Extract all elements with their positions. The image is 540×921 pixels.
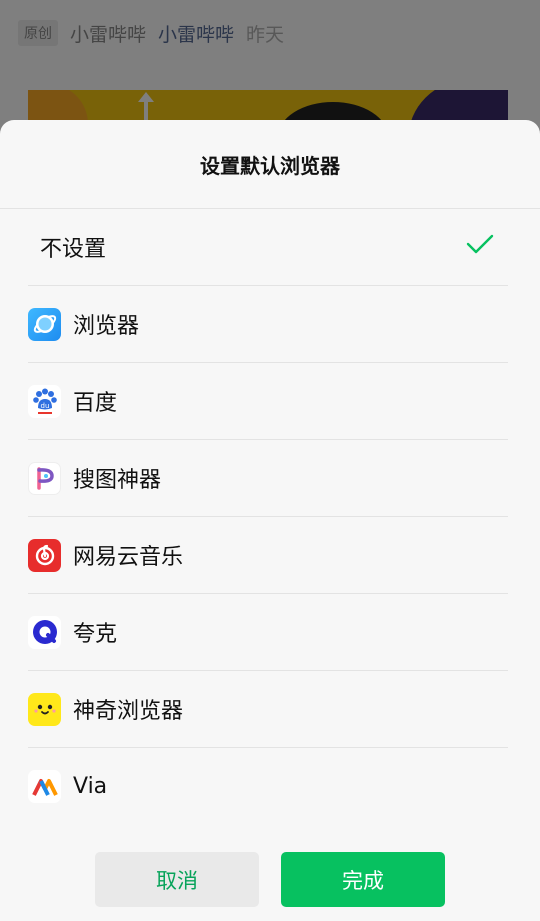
option-label: 网易云音乐 xyxy=(73,545,184,570)
option-quark[interactable]: 夸克 xyxy=(28,594,508,671)
option-soutu[interactable]: 搜图神器 xyxy=(28,440,508,517)
magic-browser-icon xyxy=(28,692,61,726)
default-browser-sheet: 设置默认浏览器 不设置 浏览器 du 百度 搜图神器 网易云音乐 夸克 神奇浏览… xyxy=(0,120,540,921)
option-label: 夸克 xyxy=(73,622,118,647)
browser-icon xyxy=(28,307,61,341)
option-label: 百度 xyxy=(73,391,118,416)
baidu-icon: du xyxy=(28,384,61,418)
browser-option-list: 不设置 浏览器 du 百度 搜图神器 网易云音乐 夸克 神奇浏览器 Via xyxy=(0,209,540,825)
option-label: 不设置 xyxy=(40,237,107,262)
option-via[interactable]: Via xyxy=(28,748,508,825)
option-label: Via xyxy=(73,774,108,799)
baidu-glyph: du xyxy=(40,402,49,410)
option-baidu[interactable]: du 百度 xyxy=(28,363,508,440)
quark-icon xyxy=(28,615,61,649)
sheet-footer: 取消 完成 xyxy=(0,852,540,907)
done-button[interactable]: 完成 xyxy=(281,852,445,907)
option-label: 搜图神器 xyxy=(73,468,162,493)
via-icon xyxy=(28,770,61,803)
soutu-icon xyxy=(28,461,61,495)
cancel-button[interactable]: 取消 xyxy=(95,852,259,907)
option-magic-browser[interactable]: 神奇浏览器 xyxy=(28,671,508,748)
option-netease-music[interactable]: 网易云音乐 xyxy=(28,517,508,594)
check-icon xyxy=(466,233,494,259)
option-label: 浏览器 xyxy=(73,314,140,339)
option-label: 神奇浏览器 xyxy=(73,699,184,724)
sheet-title: 设置默认浏览器 xyxy=(200,153,340,178)
option-no-setting[interactable]: 不设置 xyxy=(28,209,508,286)
option-browser[interactable]: 浏览器 xyxy=(28,286,508,363)
netease-music-icon xyxy=(28,538,61,572)
sheet-header: 设置默认浏览器 xyxy=(0,120,540,209)
